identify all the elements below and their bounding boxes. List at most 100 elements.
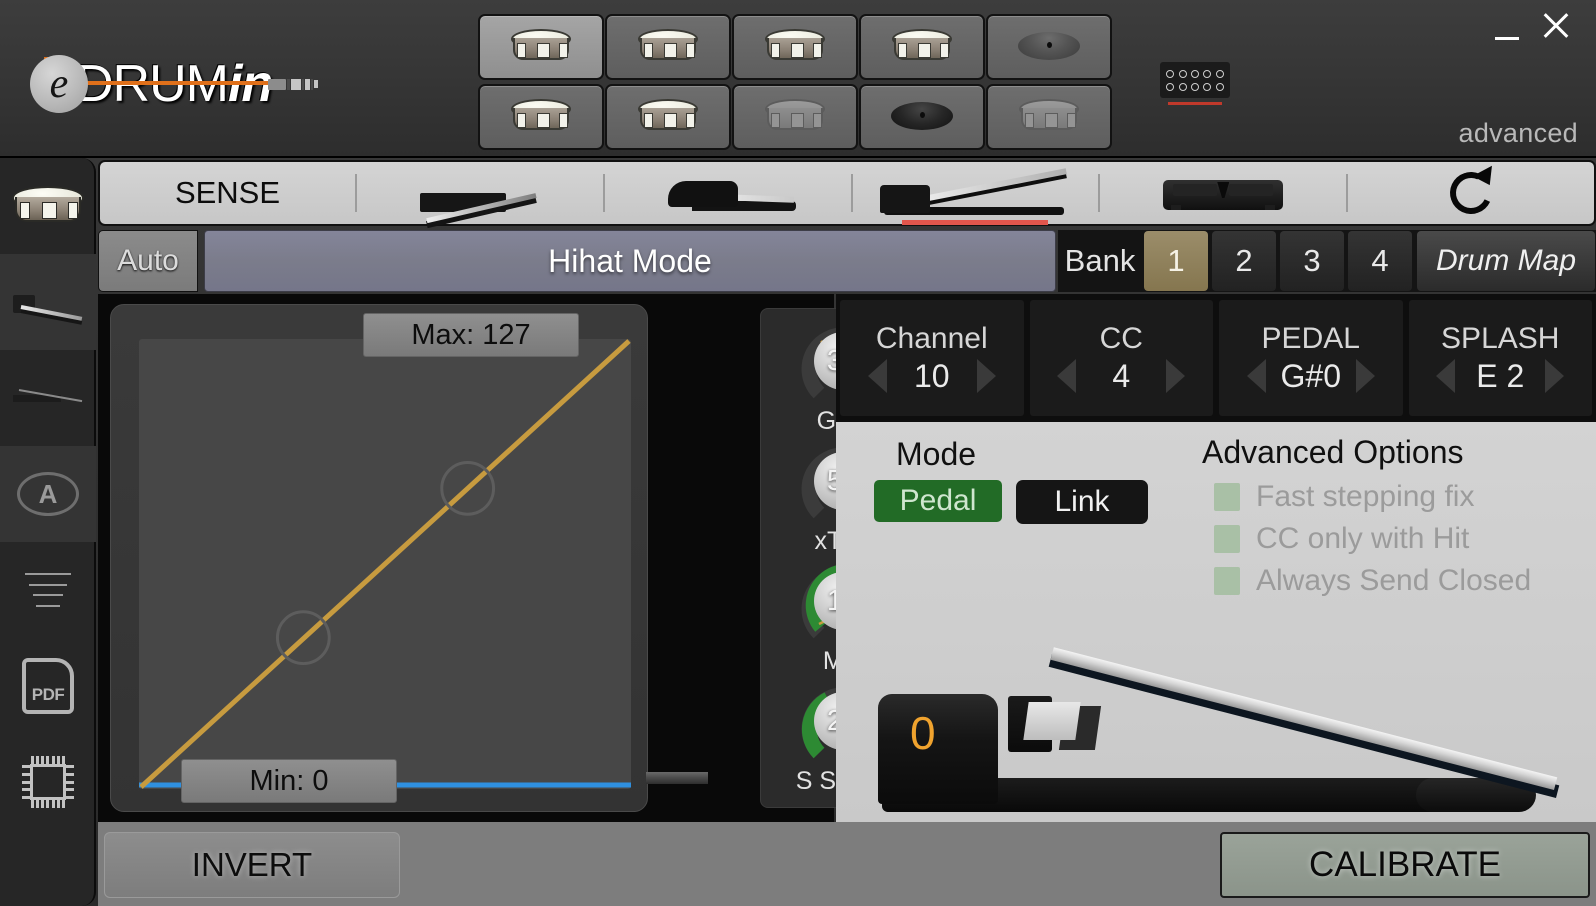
drum-icon bbox=[761, 29, 829, 65]
logo-e-badge: e bbox=[30, 55, 88, 113]
pedal-decrement-icon[interactable] bbox=[1246, 359, 1266, 393]
pedal-increment-icon[interactable] bbox=[1355, 359, 1375, 393]
title-bar: e DRUM in advanced bbox=[0, 0, 1596, 158]
minimize-icon[interactable] bbox=[1492, 22, 1522, 44]
mode-section-label: Mode bbox=[896, 436, 977, 472]
hihat-pedal-illustration: 0 bbox=[866, 608, 1566, 818]
jack-port-selected-underline bbox=[1168, 102, 1222, 105]
refresh-button[interactable] bbox=[1348, 160, 1594, 226]
drum-icon bbox=[634, 29, 702, 65]
bottom-action-bar: INVERT CALIBRATE bbox=[98, 822, 1596, 906]
chip-icon bbox=[22, 756, 74, 808]
refresh-icon bbox=[1444, 165, 1500, 220]
hihat-stand-icon bbox=[880, 168, 1070, 215]
pad-button-4[interactable] bbox=[859, 14, 985, 80]
sidebar-item-firmware[interactable] bbox=[0, 734, 96, 830]
option-fast-stepping-fix-label: Fast stepping fix bbox=[1256, 480, 1475, 513]
pedal-param-value: G#0 bbox=[1280, 357, 1341, 394]
menu-lines-icon bbox=[25, 573, 71, 607]
sense-pedal-3[interactable] bbox=[853, 160, 1099, 226]
edrumin-app-window: e DRUM in advanced A PDF SENSE Auto Hiha… bbox=[0, 0, 1596, 906]
drum-icon bbox=[761, 99, 829, 135]
pdf-icon: PDF bbox=[22, 658, 74, 714]
logo-jack-plug-icon bbox=[268, 78, 318, 90]
cymbal-icon bbox=[1018, 30, 1080, 64]
drum-icon bbox=[507, 99, 575, 135]
circle-a-icon: A bbox=[17, 472, 79, 516]
min-value-chip[interactable]: Min: 0 bbox=[181, 759, 397, 803]
splash-param-value: E 2 bbox=[1476, 357, 1525, 394]
bank-label: Bank bbox=[1064, 243, 1136, 278]
sense-pedal-2[interactable] bbox=[605, 160, 851, 226]
checkbox-icon[interactable] bbox=[1214, 483, 1240, 511]
pad-button-9[interactable] bbox=[859, 84, 985, 150]
pad-button-5[interactable] bbox=[986, 14, 1112, 80]
checkbox-icon[interactable] bbox=[1214, 525, 1240, 553]
splash-increment-icon[interactable] bbox=[1545, 359, 1565, 393]
bank-selector: Bank 1 2 3 4 Drum Map bbox=[1058, 230, 1596, 292]
drum-map-button[interactable]: Drum Map bbox=[1417, 231, 1595, 291]
option-fast-stepping-fix[interactable]: Fast stepping fix bbox=[1214, 480, 1531, 514]
pad-button-6[interactable] bbox=[478, 84, 604, 150]
invert-button[interactable]: INVERT bbox=[104, 832, 400, 898]
splash-decrement-icon[interactable] bbox=[1436, 359, 1456, 393]
channel-param-label: Channel bbox=[875, 321, 988, 355]
cc-increment-icon[interactable] bbox=[1166, 359, 1186, 393]
jack-port-icon[interactable] bbox=[1160, 62, 1230, 98]
bank-button-2[interactable]: 2 bbox=[1212, 231, 1276, 291]
cc-param-label: CC bbox=[1099, 321, 1143, 355]
pad-button-1[interactable] bbox=[478, 14, 604, 80]
sidebar: A PDF bbox=[0, 158, 96, 906]
pad-button-7[interactable] bbox=[605, 84, 731, 150]
sidebar-item-pdf[interactable]: PDF bbox=[0, 638, 96, 734]
hihat-pedal-icon bbox=[13, 285, 83, 325]
advanced-options-list: Fast stepping fix CC only with Hit Alway… bbox=[1214, 480, 1531, 598]
curve-and-knobs-panel: Max: 127 Min: 0 30 Gain bbox=[98, 294, 926, 822]
option-cc-only-with-hit[interactable]: CC only with Hit bbox=[1214, 522, 1531, 556]
mode-link-button[interactable]: Link bbox=[1016, 480, 1148, 524]
bank-button-4[interactable]: 4 bbox=[1348, 231, 1412, 291]
advanced-options-label: Advanced Options bbox=[1202, 434, 1464, 470]
channel-decrement-icon[interactable] bbox=[867, 359, 887, 393]
pedal-flat-icon bbox=[419, 174, 540, 229]
pad-button-3[interactable] bbox=[732, 14, 858, 80]
sidebar-item-stick[interactable] bbox=[0, 350, 96, 446]
pad-button-10[interactable] bbox=[986, 84, 1112, 150]
trigger-pad-icon bbox=[1163, 176, 1284, 210]
max-value-chip[interactable]: Max: 127 bbox=[363, 313, 579, 357]
bank-button-3[interactable]: 3 bbox=[1280, 231, 1344, 291]
pedal-param: PEDAL G#0 bbox=[1219, 300, 1403, 416]
channel-param-value: 10 bbox=[913, 357, 950, 394]
sidebar-item-auto[interactable]: A bbox=[0, 446, 96, 542]
pad-button-8[interactable] bbox=[732, 84, 858, 150]
advanced-label[interactable]: advanced bbox=[1459, 118, 1579, 149]
calibrate-button[interactable]: CALIBRATE bbox=[1220, 832, 1590, 898]
velocity-curve-plot[interactable] bbox=[139, 339, 631, 789]
sidebar-item-menu[interactable] bbox=[0, 542, 96, 638]
auto-button[interactable]: Auto bbox=[98, 230, 198, 292]
midi-param-row: Channel 10 CC 4 PEDAL G#0 SPLASH E 2 bbox=[836, 294, 1596, 422]
cc-decrement-icon[interactable] bbox=[1057, 359, 1077, 393]
cc-param-value: 4 bbox=[1112, 357, 1131, 394]
sidebar-item-drum[interactable] bbox=[0, 158, 96, 254]
pad-button-2[interactable] bbox=[605, 14, 731, 80]
mode-pedal-button[interactable]: Pedal bbox=[874, 480, 1002, 522]
pad-selector-grid bbox=[478, 14, 1113, 150]
hihat-mode-title[interactable]: Hihat Mode bbox=[204, 230, 1056, 292]
close-icon[interactable] bbox=[1538, 8, 1574, 44]
channel-increment-icon[interactable] bbox=[976, 359, 996, 393]
checkbox-icon[interactable] bbox=[1214, 567, 1240, 595]
drum-icon bbox=[888, 29, 956, 65]
curve-svg bbox=[139, 339, 631, 789]
sidebar-item-hihat[interactable] bbox=[0, 254, 96, 350]
sense-pedal-1[interactable] bbox=[357, 160, 603, 229]
cc-param: CC 4 bbox=[1029, 300, 1213, 416]
option-always-send-closed[interactable]: Always Send Closed bbox=[1214, 564, 1531, 598]
option-cc-only-with-hit-label: CC only with Hit bbox=[1256, 522, 1470, 555]
drum-icon bbox=[507, 29, 575, 65]
panel-resize-handle[interactable] bbox=[646, 772, 708, 784]
sense-pedal-4[interactable] bbox=[1100, 160, 1346, 226]
drum-icon bbox=[10, 186, 86, 226]
bank-button-1[interactable]: 1 bbox=[1144, 231, 1208, 291]
drumstick-icon bbox=[11, 381, 85, 415]
